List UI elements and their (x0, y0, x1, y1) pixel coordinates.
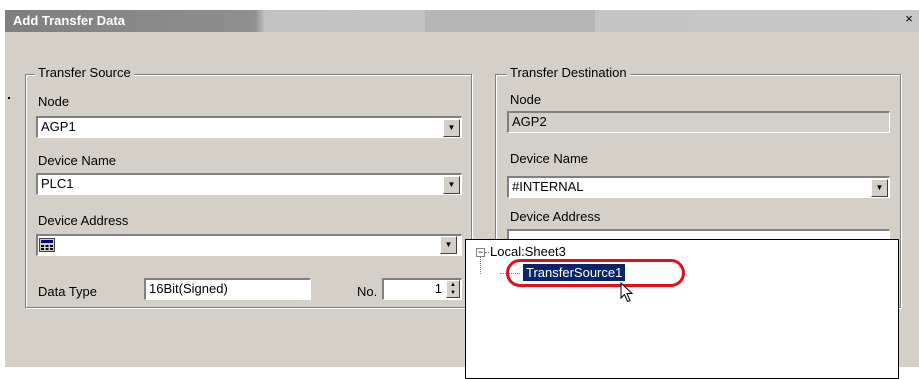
destination-device-address-label: Device Address (510, 209, 601, 224)
source-device-name-label: Device Name (38, 153, 117, 168)
source-device-address-label: Device Address (38, 213, 129, 228)
address-tree-popup: − Local:Sheet3 TransferSource1 (465, 239, 899, 379)
mouse-cursor-icon (620, 281, 634, 307)
source-node-select[interactable]: AGP1 ▼ (36, 116, 462, 138)
chevron-down-icon[interactable]: ▼ (443, 119, 460, 137)
source-node-value: AGP1 (41, 119, 76, 134)
destination-device-name-value: #INTERNAL (512, 179, 584, 194)
destination-node-value: AGP2 (512, 114, 547, 129)
window-title: Add Transfer Data (13, 13, 125, 28)
title-bar-band (425, 10, 595, 32)
left-edge-mark (8, 97, 10, 99)
destination-node-label: Node (510, 92, 542, 107)
no-value: 1 (434, 281, 442, 296)
close-icon[interactable]: × (902, 12, 916, 26)
spin-down-icon[interactable]: ▼ (447, 289, 459, 297)
chevron-down-icon[interactable]: ▼ (440, 236, 457, 254)
tree-root-label[interactable]: Local:Sheet3 (490, 244, 566, 259)
chevron-down-icon[interactable]: ▼ (871, 179, 888, 197)
source-device-address-input[interactable] (36, 234, 462, 256)
data-type-label: Data Type (38, 284, 98, 299)
data-type-value: 16Bit(Signed) (149, 281, 228, 296)
tree-branch-line (480, 257, 481, 274)
no-label: No. (357, 284, 378, 299)
collapse-icon[interactable]: − (476, 248, 485, 257)
source-node-label: Node (38, 94, 70, 109)
keypad-icon[interactable] (39, 238, 55, 252)
source-device-name-select[interactable]: PLC1 ▼ (36, 173, 462, 195)
no-stepper-spin[interactable]: ▲ ▼ (446, 280, 460, 298)
destination-device-name-label: Device Name (510, 151, 589, 166)
destination-device-name-select[interactable]: #INTERNAL ▼ (507, 176, 890, 198)
transfer-destination-legend: Transfer Destination (507, 65, 630, 80)
chevron-down-icon[interactable]: ▼ (443, 176, 460, 194)
spin-up-icon[interactable]: ▲ (447, 281, 459, 289)
add-transfer-data-dialog: Add Transfer Data × Transfer Source Node… (5, 10, 919, 379)
destination-node-field: AGP2 (507, 111, 890, 133)
data-type-field[interactable]: 16Bit(Signed) (144, 278, 311, 300)
source-device-name-value: PLC1 (41, 176, 74, 191)
tree-connector (485, 252, 489, 253)
highlight-ring (506, 259, 685, 287)
title-bar: Add Transfer Data × (5, 10, 919, 32)
transfer-source-legend: Transfer Source (35, 65, 134, 80)
